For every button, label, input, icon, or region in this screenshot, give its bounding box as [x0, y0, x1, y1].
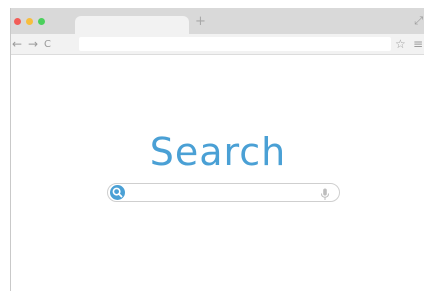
- search-bar[interactable]: [107, 183, 340, 202]
- magnifier-icon[interactable]: [110, 185, 125, 200]
- bookmark-star-icon[interactable]: ☆: [395, 36, 406, 52]
- search-logo: Search: [149, 130, 287, 174]
- forward-arrow-icon[interactable]: →: [28, 36, 38, 52]
- menu-icon[interactable]: ≡: [413, 36, 423, 52]
- microphone-icon[interactable]: [320, 186, 330, 200]
- minimize-icon[interactable]: [26, 18, 33, 25]
- browser-toolbar: ← → C ☆ ≡: [11, 34, 424, 55]
- title-bar: + ⤢: [11, 8, 424, 34]
- reload-icon[interactable]: C: [44, 37, 51, 53]
- browser-window: + ⤢ ← → C ☆ ≡ Search: [10, 8, 424, 291]
- close-icon[interactable]: [14, 18, 21, 25]
- address-bar[interactable]: [79, 37, 391, 51]
- back-arrow-icon[interactable]: ←: [12, 36, 22, 52]
- search-input[interactable]: [130, 186, 310, 199]
- maximize-icon[interactable]: [38, 18, 45, 25]
- new-tab-icon[interactable]: +: [195, 14, 206, 30]
- fullscreen-icon[interactable]: ⤢: [414, 14, 423, 28]
- browser-tab[interactable]: [75, 16, 189, 34]
